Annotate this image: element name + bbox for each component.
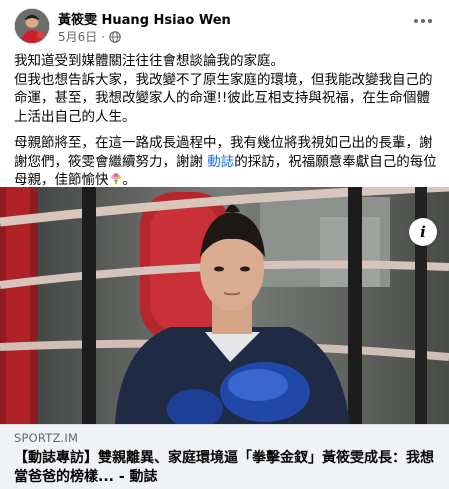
post-date[interactable]: 5月6日 (58, 28, 97, 45)
post-paragraph-1: 我知道受到媒體關注往往會想談論我的家庭。 但我也想告訴大家，我改變不了原生家庭的… (14, 53, 433, 125)
facebook-post: 黃筱雯 Huang Hsiao Wen 5月6日 · 我知道受到媒體關注往往會想… (0, 0, 449, 489)
post-paragraph-2: 母親節將至，在這一路成長過程中，我有幾位將我視如己出的長輩，謝謝您們，筱雯會繼續… (14, 134, 439, 190)
author-avatar[interactable] (14, 8, 50, 44)
more-options-icon[interactable] (411, 12, 435, 30)
boxer-photo (0, 187, 449, 424)
paragraph-2-end: 。 (122, 172, 137, 188)
author-name[interactable]: 黃筱雯 Huang Hsiao Wen (58, 9, 231, 28)
post-body: 我知道受到媒體關注往往會想談論我的家庭。 但我也想告訴大家，我改變不了原生家庭的… (14, 52, 439, 198)
meta-separator: · (101, 29, 106, 44)
link-preview-footer[interactable]: SPORTZ.IM 【動誌專訪】雙親離異、家庭環境逼「拳擊金釵」黃筱雯成長：我想… (0, 424, 449, 489)
link-title[interactable]: 【動誌專訪】雙親離異、家庭環境逼「拳擊金釵」黃筱雯成長：我想當爸爸的榜樣... … (14, 449, 435, 487)
bouquet-emoji-icon (110, 173, 121, 185)
page-tag-link[interactable]: 動誌 (207, 154, 234, 170)
post-header: 黃筱雯 Huang Hsiao Wen 5月6日 · (14, 8, 435, 48)
link-domain: SPORTZ.IM (14, 431, 79, 445)
link-preview-image[interactable] (0, 187, 449, 424)
avatar-image (15, 9, 49, 43)
globe-icon (109, 30, 121, 43)
info-icon[interactable]: i (409, 218, 437, 246)
post-meta: 5月6日 · (58, 28, 121, 45)
